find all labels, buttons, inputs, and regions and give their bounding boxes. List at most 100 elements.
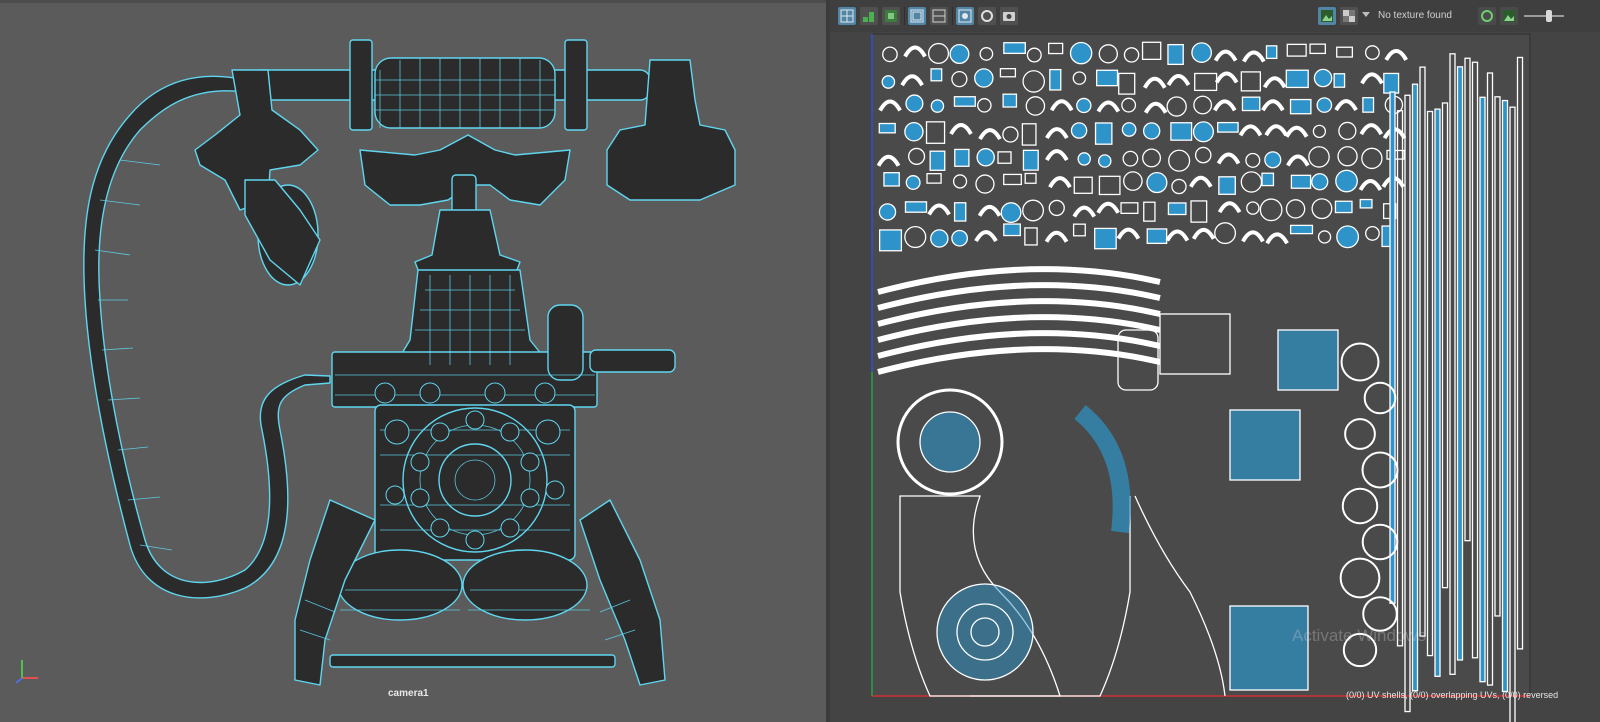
uv-shell-rect[interactable] xyxy=(1049,68,1062,91)
uv-shell-rect[interactable] xyxy=(878,122,896,134)
uv-shell-round[interactable] xyxy=(1076,97,1092,114)
image-ratio-icon[interactable] xyxy=(1500,7,1518,25)
uv-shell-round[interactable] xyxy=(1070,122,1088,139)
uv-shell-rect[interactable] xyxy=(1261,172,1275,187)
uv-shell-round[interactable] xyxy=(1335,169,1358,193)
uv-shell-round[interactable] xyxy=(949,43,970,65)
uv-shell-round[interactable] xyxy=(974,68,994,88)
uv-shell-round[interactable] xyxy=(1077,152,1091,166)
uv-shell-rect[interactable] xyxy=(953,202,967,222)
uv-shell-strip[interactable] xyxy=(1434,108,1441,677)
uv-shell-rect[interactable] xyxy=(953,96,976,107)
fork-right xyxy=(564,39,588,131)
uv-shell-block-blue[interactable] xyxy=(1277,329,1339,391)
uv-shell-round[interactable] xyxy=(1264,151,1282,169)
uv-shell-round[interactable] xyxy=(905,94,924,113)
uv-shell-round[interactable] xyxy=(1191,42,1213,63)
uv-shell-strip[interactable] xyxy=(1389,91,1396,604)
display-image-icon[interactable] xyxy=(908,7,926,25)
uv-shell-rect[interactable] xyxy=(930,68,943,82)
uv-shell-round[interactable] xyxy=(881,75,896,89)
uv-shell-rect[interactable] xyxy=(1170,122,1193,141)
uv-shell-rect[interactable] xyxy=(1146,228,1168,245)
uv-shell-rect[interactable] xyxy=(1167,43,1184,66)
uv-shell-strip[interactable] xyxy=(1411,83,1419,692)
uv-shell-round[interactable] xyxy=(1069,41,1093,65)
uv-shell-round[interactable] xyxy=(930,229,949,248)
checkered-background-icon[interactable] xyxy=(1340,7,1358,25)
uv-shell-block-blue[interactable] xyxy=(1229,605,1309,691)
uv-shell-round[interactable] xyxy=(930,99,945,113)
uv-shell-round[interactable] xyxy=(904,122,924,142)
uv-shell-strip[interactable] xyxy=(1456,66,1464,661)
uv-shell-strip[interactable] xyxy=(1501,99,1509,693)
uv-shell-round[interactable] xyxy=(1000,202,1022,223)
textured-mode-icon[interactable] xyxy=(978,7,996,25)
handset-grip xyxy=(374,57,556,129)
uv-shell-round[interactable] xyxy=(1336,225,1360,249)
refresh-texture-icon[interactable] xyxy=(1478,7,1496,25)
image-display-toggle-icon[interactable] xyxy=(1318,7,1336,25)
uv-shell-rect[interactable] xyxy=(1333,73,1346,88)
uv-shell-round[interactable] xyxy=(905,175,921,190)
uv-shell-strip[interactable] xyxy=(1479,96,1486,683)
bell-left xyxy=(337,549,463,621)
checker-icon[interactable] xyxy=(930,7,948,25)
uv-shell-rect[interactable] xyxy=(1289,98,1312,115)
uv-shell-round[interactable] xyxy=(1313,68,1333,88)
uv-shell-rect[interactable] xyxy=(1383,72,1400,94)
uv-shell-rect[interactable] xyxy=(1289,224,1314,235)
uv-shell-rect[interactable] xyxy=(904,201,928,213)
uv-shell-rect[interactable] xyxy=(1362,97,1375,113)
bell-right xyxy=(462,549,588,621)
uv-shell-rect[interactable] xyxy=(929,150,946,171)
uv-shell-rect[interactable] xyxy=(1285,69,1309,89)
uv-shell-rect[interactable] xyxy=(954,148,970,167)
uv-shell-rect[interactable] xyxy=(1003,223,1021,237)
uv-border-icon[interactable] xyxy=(956,7,974,25)
uv-shell-round[interactable] xyxy=(976,148,995,167)
uv-shell-rect[interactable] xyxy=(1218,176,1236,195)
uv-shell-round[interactable] xyxy=(1316,97,1333,113)
uv-shell-ring-inner[interactable] xyxy=(919,411,981,473)
perspective-viewport[interactable]: camera1 xyxy=(0,0,826,722)
uv-shell-round[interactable] xyxy=(951,229,969,247)
uv-shell-block-blue[interactable] xyxy=(1229,409,1301,481)
uv-shell-rect[interactable] xyxy=(1003,42,1026,55)
telephone-wireframe-model[interactable] xyxy=(0,0,826,722)
uv-shell-rect[interactable] xyxy=(1217,121,1239,133)
distortion-icon[interactable] xyxy=(882,7,900,25)
uv-status-readout: (0/0) UV shells, (0/0) overlapping UVs, … xyxy=(1346,690,1559,700)
uv-shell-round[interactable] xyxy=(1192,121,1214,143)
uv-shell-rect[interactable] xyxy=(883,172,900,187)
uv-shell-rect[interactable] xyxy=(1022,149,1039,171)
snapshot-icon[interactable] xyxy=(1000,7,1018,25)
uv-layout-canvas[interactable] xyxy=(830,32,1600,722)
uv-shell-rect[interactable] xyxy=(1002,93,1018,108)
texture-dropdown-arrow-icon[interactable] xyxy=(1362,12,1370,17)
uv-shell-rect[interactable] xyxy=(1359,198,1373,209)
uv-shell-rect[interactable] xyxy=(1094,122,1113,145)
uv-editor-panel: No texture found Activate Windows (0/0) … xyxy=(830,0,1600,722)
uv-shell-rect[interactable] xyxy=(878,229,903,252)
uv-shell-rect[interactable] xyxy=(1094,227,1117,250)
uv-grid-icon[interactable] xyxy=(838,7,856,25)
uv-shell-round[interactable] xyxy=(1142,122,1161,140)
uv-shell-round[interactable] xyxy=(1098,154,1112,168)
uv-shell-dial-large[interactable] xyxy=(936,583,1034,681)
uv-shell-round[interactable] xyxy=(1121,122,1137,137)
base-rail xyxy=(329,654,616,668)
shaded-uv-icon[interactable] xyxy=(860,7,878,25)
texture-status-field[interactable]: No texture found xyxy=(1378,10,1452,21)
uv-shell-round[interactable] xyxy=(878,203,897,221)
uv-shell-round[interactable] xyxy=(1146,172,1168,194)
uv-shell-rect[interactable] xyxy=(1241,96,1261,112)
uv-shell-round[interactable] xyxy=(1311,173,1329,191)
uv-shell-rect[interactable] xyxy=(1095,69,1119,87)
uv-shell-rect[interactable] xyxy=(1334,200,1353,214)
brightness-slider[interactable] xyxy=(1524,15,1564,17)
brightness-slider-handle[interactable] xyxy=(1546,10,1552,22)
uv-shell-rect[interactable] xyxy=(1290,174,1312,189)
uv-shell-rect[interactable] xyxy=(1265,45,1278,60)
uv-shell-rect[interactable] xyxy=(1167,202,1187,216)
